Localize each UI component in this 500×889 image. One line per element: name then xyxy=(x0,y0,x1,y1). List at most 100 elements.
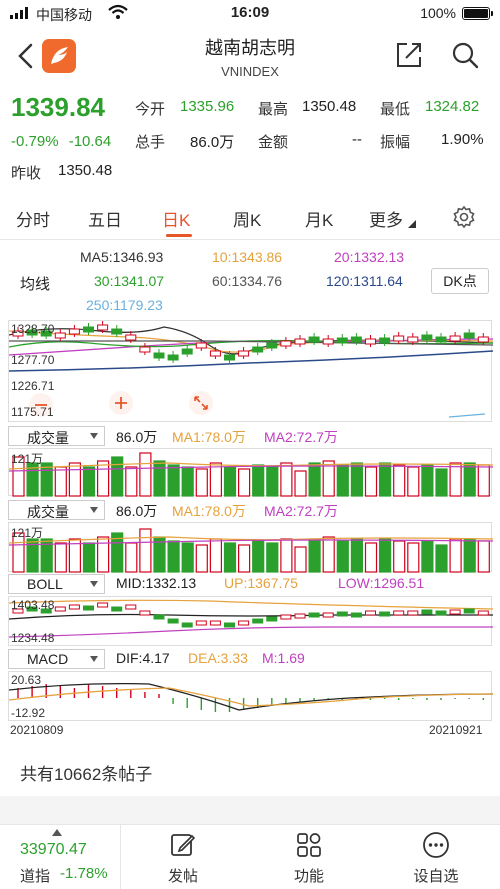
volume-bar xyxy=(252,540,265,573)
dropdown-arrow-icon xyxy=(90,433,98,439)
index-change: -1.78% xyxy=(60,865,108,882)
volume-bar xyxy=(167,540,180,573)
boll-candle xyxy=(477,610,489,616)
expand-icon[interactable] xyxy=(187,389,215,417)
candle-body xyxy=(435,336,447,343)
tab-daily-k[interactable]: 日K xyxy=(162,206,190,231)
boll-candle xyxy=(139,610,151,616)
volume-bar xyxy=(82,542,96,573)
status-bar: 中国移动 16:09 100% xyxy=(0,0,500,28)
amplitude-label: 振幅 xyxy=(380,134,411,151)
tab-five-day[interactable]: 五日 xyxy=(88,206,122,231)
candle-body xyxy=(125,334,137,341)
macd-y-top: 20.63 xyxy=(11,673,42,687)
volume-bar xyxy=(195,468,208,497)
boll-selector-label: BOLL xyxy=(27,576,63,592)
boll-candle xyxy=(266,616,278,622)
boll-candle xyxy=(463,608,475,614)
candle-body xyxy=(111,328,123,335)
volume-bar xyxy=(407,542,420,573)
ma30-value: 30:1341.07 xyxy=(94,273,165,289)
candle-body xyxy=(393,335,405,342)
volume-bar xyxy=(266,466,279,497)
functions-button-label: 功能 xyxy=(293,868,324,885)
candle-body xyxy=(266,342,278,349)
dk-point-button[interactable]: DK点 xyxy=(431,268,489,294)
volume-bar xyxy=(238,468,251,497)
volume-bar xyxy=(477,464,490,497)
gear-icon[interactable] xyxy=(452,205,476,229)
zoom-out-button[interactable] xyxy=(27,391,55,419)
candle-body xyxy=(294,338,306,345)
boll-selector[interactable]: BOLL xyxy=(8,574,105,594)
tab-more[interactable]: 更多 xyxy=(369,206,416,231)
volume-bar xyxy=(96,536,110,573)
tab-weekly-k[interactable]: 周K xyxy=(233,206,261,231)
candle-body xyxy=(407,336,419,343)
ma250-value: 250:1179.23 xyxy=(86,297,163,313)
search-icon[interactable] xyxy=(450,40,480,70)
volume2-selector[interactable]: 成交量 xyxy=(8,500,105,520)
boll-mid: MID:1332.13 xyxy=(116,575,197,591)
macd-dif: DIF:4.17 xyxy=(116,650,170,666)
share-icon[interactable] xyxy=(394,40,424,70)
boll-candle xyxy=(294,613,306,619)
prev-close-value: 1350.48 xyxy=(58,162,113,179)
index-name: 道指 xyxy=(20,868,51,885)
volume-bar xyxy=(125,466,138,497)
volume-bar xyxy=(322,536,335,573)
kline-chart[interactable]: 1328.70 1277.70 1226.71 1175.71 xyxy=(8,320,494,422)
volume-value: 86.0万 xyxy=(190,134,235,151)
macd-dea: DEA:3.33 xyxy=(188,650,248,666)
candle-body xyxy=(83,326,94,333)
boll-candle xyxy=(308,612,320,618)
post-button[interactable]: 发帖 xyxy=(138,825,228,889)
tab-monthly-k[interactable]: 月K xyxy=(305,206,333,231)
candle-body xyxy=(322,338,334,345)
candle-body xyxy=(336,337,348,344)
volume-bar xyxy=(350,462,363,497)
dropdown-arrow-icon xyxy=(90,581,98,587)
macd-svg xyxy=(8,682,494,712)
volume-bar xyxy=(463,462,476,497)
boll-candle xyxy=(153,614,165,620)
boll-candle xyxy=(181,622,193,628)
boll-candle xyxy=(435,610,447,616)
ma10-value: 10:1343.86 xyxy=(212,249,283,265)
boll-up: UP:1367.75 xyxy=(224,575,298,591)
volume-bar xyxy=(111,456,124,497)
boll-candle xyxy=(449,609,461,615)
posts-count[interactable]: 共有10662条帖子 xyxy=(20,760,152,785)
volume-bar xyxy=(68,462,82,497)
candle-body xyxy=(463,332,475,339)
boll-candle xyxy=(224,622,235,628)
prev-close-label: 昨收 xyxy=(11,165,42,182)
boll-candle xyxy=(407,610,419,616)
candle-body xyxy=(54,332,66,339)
volume-bar xyxy=(364,466,378,497)
battery-icon xyxy=(462,7,493,20)
functions-button[interactable]: 功能 xyxy=(264,825,354,889)
add-watchlist-button[interactable]: 设自选 xyxy=(391,825,481,889)
volume-bar xyxy=(364,542,378,573)
high-value: 1350.48 xyxy=(302,98,357,115)
boll-candle xyxy=(238,620,250,626)
candle-body xyxy=(365,338,376,345)
tab-intraday[interactable]: 分时 xyxy=(16,206,50,231)
volume1-ma2: MA2:72.7万 xyxy=(264,429,338,445)
period-tabs: 分时 五日 日K 周K 月K 更多 xyxy=(0,196,500,240)
zoom-in-button[interactable] xyxy=(107,389,135,417)
price-change: -0.79% -10.64 xyxy=(11,133,111,150)
boll-candle xyxy=(83,605,94,611)
change-percent: -0.79% xyxy=(11,133,59,150)
boll-candle xyxy=(111,606,123,612)
active-tab-indicator xyxy=(166,234,192,237)
macd-y-bottom: -12.92 xyxy=(11,706,46,720)
macd-selector[interactable]: MACD xyxy=(8,649,105,669)
add-watchlist-label: 设自选 xyxy=(413,868,459,885)
high-label: 最高 xyxy=(258,101,289,118)
volume1-ma1: MA1:78.0万 xyxy=(172,429,246,445)
volume1-selector[interactable]: 成交量 xyxy=(8,426,105,446)
boll-candle xyxy=(54,606,66,612)
boll-candle xyxy=(252,618,264,624)
